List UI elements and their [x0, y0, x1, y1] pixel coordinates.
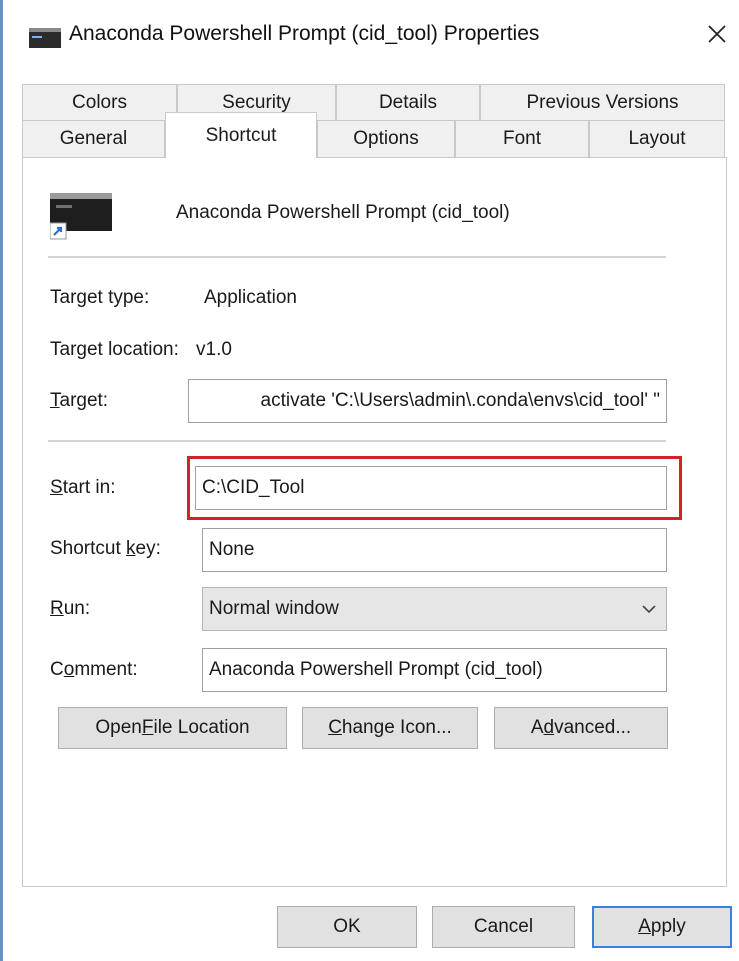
tab-options[interactable]: Options: [317, 120, 455, 158]
advanced-rest: vanced...: [554, 717, 632, 738]
tab-shortcut[interactable]: Shortcut: [165, 112, 317, 158]
advanced-accesskey: d: [543, 717, 555, 738]
change-icon-accesskey: C: [328, 717, 342, 738]
ok-button[interactable]: OK: [277, 906, 417, 948]
title-bar[interactable]: Anaconda Powershell Prompt (cid_tool) Pr…: [3, 0, 739, 76]
shortcut-key-field-value: None: [209, 539, 255, 560]
run-label: Run:: [50, 598, 90, 620]
run-select-value: Normal window: [209, 598, 339, 619]
close-icon: [708, 25, 726, 43]
divider-middle: [48, 440, 666, 442]
target-label: Target:: [50, 390, 108, 412]
start-in-label-accesskey: S: [50, 477, 63, 498]
open-file-location-rest: ile Location: [153, 717, 250, 738]
advanced-pre: A: [530, 717, 544, 738]
change-icon-button[interactable]: Change Icon...: [302, 707, 478, 749]
comment-field[interactable]: Anaconda Powershell Prompt (cid_tool): [202, 648, 667, 692]
target-location-label: Target location:: [50, 339, 179, 360]
comment-label-accesskey: o: [63, 659, 75, 680]
tab-layout[interactable]: Layout: [589, 120, 725, 158]
open-file-location-accesskey: F: [141, 717, 154, 738]
open-file-location-button[interactable]: Open File Location: [58, 707, 287, 749]
close-button[interactable]: [697, 14, 737, 54]
divider-top: [48, 256, 666, 258]
start-in-label: Start in:: [50, 477, 116, 499]
shortcut-panel: [22, 157, 727, 887]
start-in-label-rest: tart in:: [62, 477, 116, 498]
target-label-accesskey: T: [50, 390, 60, 411]
highlight-box: [187, 456, 682, 520]
target-type-label: Target type:: [50, 287, 150, 308]
cancel-button[interactable]: Cancel: [432, 906, 575, 948]
window-title: Anaconda Powershell Prompt (cid_tool) Pr…: [69, 22, 540, 45]
tab-details[interactable]: Details: [336, 84, 480, 122]
shortcut-key-label-accesskey: k: [126, 538, 136, 559]
run-label-rest: un:: [63, 598, 91, 619]
open-file-location-pre: Open: [95, 717, 142, 738]
tab-previous-versions[interactable]: Previous Versions: [480, 84, 725, 122]
shortcut-name: Anaconda Powershell Prompt (cid_tool): [176, 202, 510, 223]
target-field[interactable]: activate 'C:\Users\admin\.conda\envs\cid…: [188, 379, 667, 423]
advanced-button[interactable]: Ad vanced...: [494, 707, 668, 749]
comment-field-value: Anaconda Powershell Prompt (cid_tool): [209, 659, 543, 680]
chevron-down-icon: [642, 605, 656, 614]
tab-strip: Colors Security Details Previous Version…: [22, 84, 725, 158]
comment-label: Comment:: [50, 659, 138, 681]
properties-dialog: Anaconda Powershell Prompt (cid_tool) Pr…: [0, 0, 739, 961]
comment-label-rest: mment:: [74, 659, 138, 680]
shortcut-app-icon: [50, 193, 112, 240]
tab-colors[interactable]: Colors: [22, 84, 177, 122]
target-type-value: Application: [204, 287, 297, 308]
run-select[interactable]: Normal window: [202, 587, 667, 631]
target-field-value: activate 'C:\Users\admin\.conda\envs\cid…: [260, 390, 660, 411]
change-icon-rest: hange Icon...: [341, 717, 452, 738]
run-label-accesskey: R: [50, 598, 64, 619]
console-app-icon: [29, 28, 61, 48]
apply-button[interactable]: Apply: [592, 906, 732, 948]
apply-rest: pply: [650, 916, 686, 937]
tab-font[interactable]: Font: [455, 120, 589, 158]
target-location-value: v1.0: [196, 339, 232, 360]
shortcut-key-label-pre: Shortcut: [50, 538, 127, 559]
target-label-rest: arget:: [59, 390, 109, 411]
tab-general[interactable]: General: [22, 120, 165, 158]
shortcut-key-label-rest: ey:: [135, 538, 161, 559]
comment-label-pre: C: [50, 659, 64, 680]
window-edge: [0, 0, 3, 961]
shortcut-key-field[interactable]: None: [202, 528, 667, 572]
shortcut-key-label: Shortcut key:: [50, 538, 161, 560]
apply-accesskey: A: [638, 916, 651, 937]
